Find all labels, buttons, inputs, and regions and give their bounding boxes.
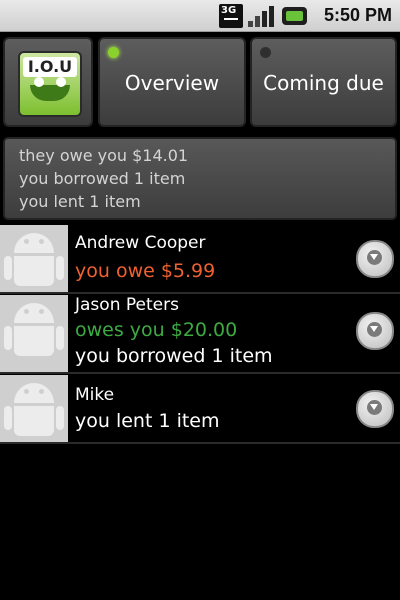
list-item[interactable]: Jason Peters owes you $20.00 you borrowe…	[0, 294, 400, 374]
contact-list: Andrew Cooper you owe $5.99 Jason Peters…	[0, 224, 400, 444]
chevron-down-icon[interactable]	[356, 390, 394, 428]
android-avatar-icon	[0, 375, 68, 442]
chevron-down-icon[interactable]	[356, 312, 394, 350]
android-avatar-icon	[0, 225, 68, 292]
contact-balance: you owe $5.99	[75, 260, 216, 282]
network-type-label: 3G	[221, 5, 237, 16]
inactive-indicator-icon	[260, 47, 271, 58]
contact-name: Mike	[75, 385, 115, 405]
balance-summary: they owe you $14.01 you borrowed 1 item …	[3, 137, 397, 220]
tab-coming-due-label: Coming due	[263, 71, 384, 95]
contact-item-status: you lent 1 item	[75, 410, 220, 432]
android-avatar-icon	[0, 295, 68, 372]
summary-owed-total: they owe you $14.01	[19, 146, 189, 165]
battery-icon	[282, 7, 307, 25]
tab-overview[interactable]: Overview	[98, 37, 246, 127]
contact-name: Jason Peters	[75, 295, 179, 315]
logo-text: I.O.U	[23, 57, 77, 77]
app-logo-button[interactable]: I.O.U	[3, 37, 93, 127]
contact-item-status: you borrowed 1 item	[75, 345, 273, 367]
active-indicator-icon	[108, 47, 119, 58]
contact-name: Andrew Cooper	[75, 233, 206, 253]
signal-strength-icon	[248, 5, 276, 27]
list-item[interactable]: Andrew Cooper you owe $5.99	[0, 224, 400, 294]
chevron-down-icon[interactable]	[356, 240, 394, 278]
tab-coming-due[interactable]: Coming due	[250, 37, 397, 127]
status-bar: 3G 5:50 PM	[0, 0, 400, 32]
list-item[interactable]: Mike you lent 1 item	[0, 374, 400, 444]
summary-borrowed-count: you borrowed 1 item	[19, 169, 186, 188]
tab-overview-label: Overview	[124, 71, 220, 95]
status-time: 5:50 PM	[323, 5, 392, 25]
contact-balance: owes you $20.00	[75, 319, 238, 341]
iou-logo-icon: I.O.U	[18, 51, 82, 117]
summary-lent-count: you lent 1 item	[19, 192, 141, 211]
network-3g-icon: 3G	[219, 4, 243, 28]
